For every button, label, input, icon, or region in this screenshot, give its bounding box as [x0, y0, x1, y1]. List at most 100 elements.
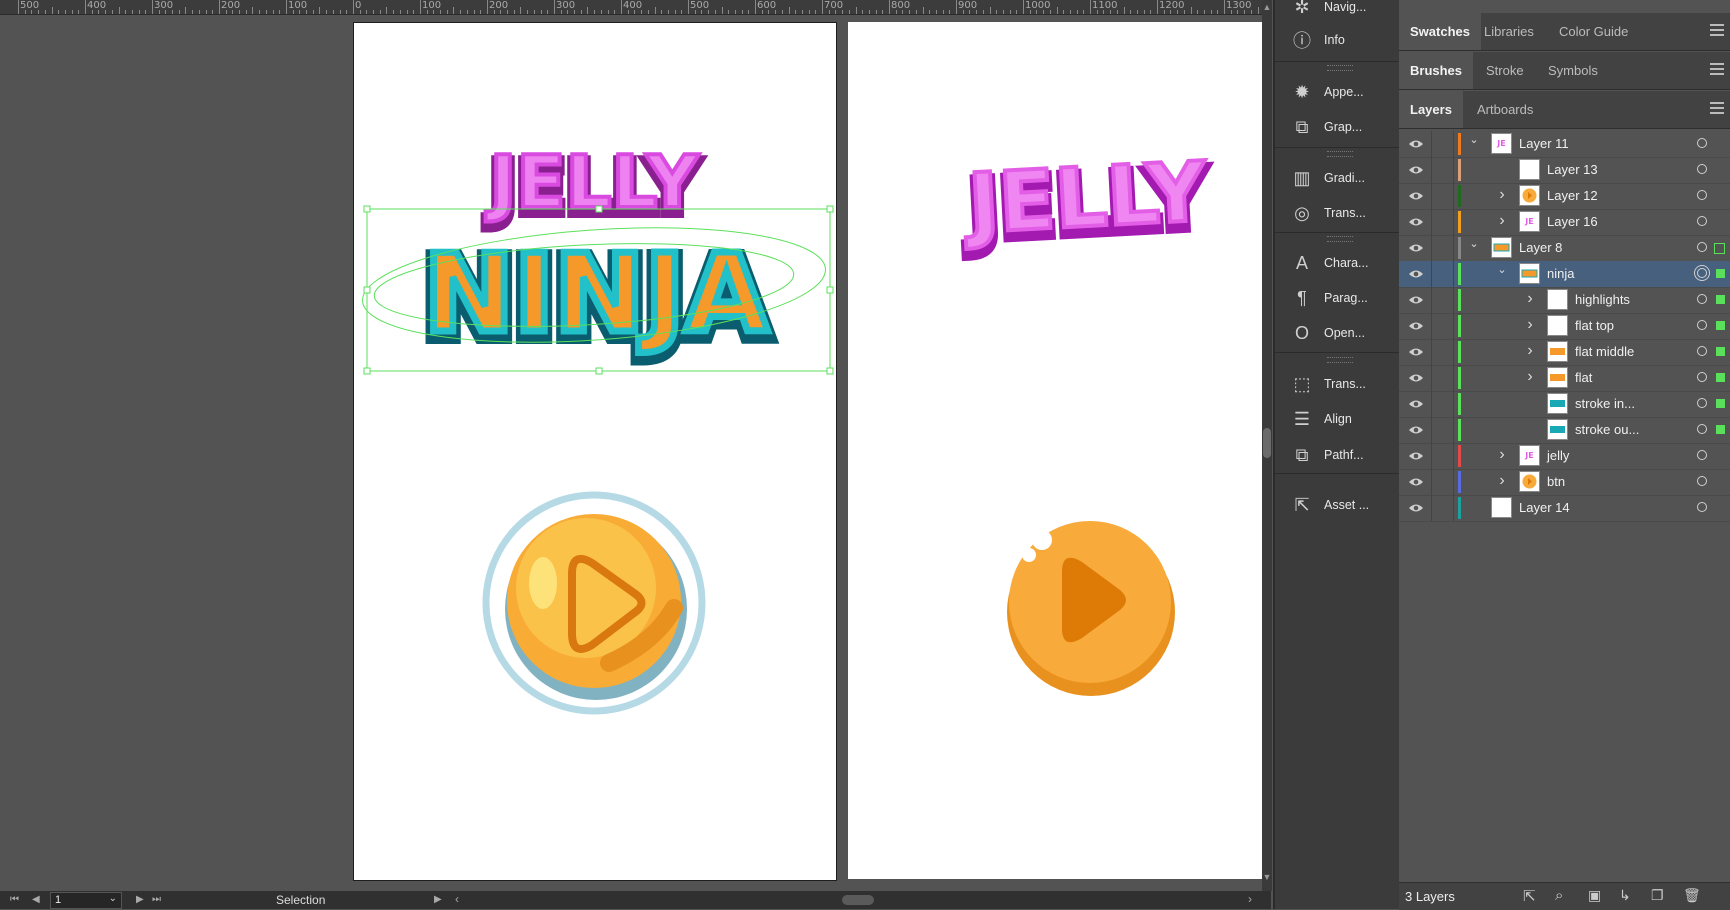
scroll-down-icon[interactable]: ▼ [1262, 872, 1272, 882]
layer-row[interactable]: › btn [1399, 469, 1730, 496]
chevron-right-icon[interactable]: › [1495, 447, 1509, 463]
eye-icon[interactable] [1408, 138, 1424, 150]
dock-item-asset-export[interactable]: ⇱ Asset ... [1275, 490, 1399, 520]
artboard-1[interactable]: JELLY JELLY NINJA NINJA [353, 22, 837, 881]
target-icon[interactable] [1697, 450, 1707, 460]
selection-indicator[interactable] [1716, 373, 1725, 382]
canvas[interactable]: JELLY JELLY NINJA NINJA JELLY JELLY [0, 15, 1271, 891]
panel-menu-icon[interactable] [1710, 102, 1724, 114]
layer-row[interactable]: › JE jelly [1399, 443, 1730, 470]
layer-row[interactable]: Layer 13 [1399, 157, 1730, 184]
dock-group-grip[interactable] [1327, 151, 1353, 157]
lock-toggle[interactable] [1433, 495, 1451, 521]
layer-row[interactable]: › highlights [1399, 287, 1730, 314]
locate-object-icon[interactable]: ⌕ [1555, 887, 1563, 904]
chevron-right-icon[interactable]: › [1495, 473, 1509, 489]
target-icon[interactable] [1697, 216, 1707, 226]
layer-name[interactable]: stroke ou... [1575, 422, 1639, 437]
eye-icon[interactable] [1408, 424, 1424, 436]
tab-layers[interactable]: Layers [1399, 91, 1463, 128]
layer-name[interactable]: highlights [1575, 292, 1630, 307]
tab-color-guide[interactable]: Color Guide [1548, 13, 1639, 50]
layer-name[interactable]: Layer 11 [1519, 136, 1569, 151]
dock-item-pathfinder[interactable]: ⧉ Pathf... [1275, 440, 1399, 470]
chevron-down-icon[interactable]: ⌄ [1495, 263, 1509, 277]
target-icon[interactable] [1697, 190, 1707, 200]
chevron-right-icon[interactable]: › [1495, 213, 1509, 229]
lock-toggle[interactable] [1433, 443, 1451, 469]
eye-icon[interactable] [1408, 320, 1424, 332]
layer-name[interactable]: Layer 8 [1519, 240, 1562, 255]
chevron-down-icon[interactable]: ⌄ [109, 893, 117, 904]
scroll-up-icon[interactable]: ▲ [1262, 2, 1272, 12]
eye-icon[interactable] [1408, 242, 1424, 254]
layer-row[interactable]: stroke in... [1399, 391, 1730, 418]
dock-item-transform[interactable]: ⬚ Trans... [1275, 369, 1399, 399]
dock-item-opentype[interactable]: O Open... [1275, 318, 1399, 348]
layer-row[interactable]: ⌄ JE Layer 11 [1399, 131, 1730, 158]
eye-icon[interactable] [1408, 190, 1424, 202]
tab-swatches[interactable]: Swatches [1399, 13, 1481, 50]
eye-icon[interactable] [1408, 502, 1424, 514]
make-clipping-mask-icon[interactable]: ▣ [1588, 887, 1601, 904]
dock-item-paragraph[interactable]: ¶ Parag... [1275, 283, 1399, 313]
lock-toggle[interactable] [1433, 183, 1451, 209]
lock-toggle[interactable] [1433, 417, 1451, 443]
target-icon[interactable] [1697, 320, 1707, 330]
tab-brushes[interactable]: Brushes [1399, 52, 1474, 89]
lock-toggle[interactable] [1433, 313, 1451, 339]
dock-item-transparency[interactable]: ◎ Trans... [1275, 198, 1399, 228]
delete-layer-icon[interactable]: 🗑 [1683, 887, 1701, 904]
layer-name[interactable]: stroke in... [1575, 396, 1635, 411]
tab-symbols[interactable]: Symbols [1537, 52, 1609, 89]
horizontal-scroll-thumb[interactable] [842, 895, 874, 905]
layer-row[interactable]: stroke ou... [1399, 417, 1730, 444]
layer-name[interactable]: ninja [1547, 266, 1574, 281]
chevron-right-icon[interactable]: › [1495, 187, 1509, 203]
eye-icon[interactable] [1408, 398, 1424, 410]
layer-name[interactable]: Layer 14 [1519, 500, 1570, 515]
eye-icon[interactable] [1408, 268, 1424, 280]
tab-stroke[interactable]: Stroke [1475, 52, 1535, 89]
eye-icon[interactable] [1408, 372, 1424, 384]
export-icon[interactable]: ⇱ [1523, 887, 1536, 905]
layer-row[interactable]: › JE Layer 16 [1399, 209, 1730, 236]
scroll-right-icon[interactable]: › [1248, 892, 1252, 906]
lock-toggle[interactable] [1433, 365, 1451, 391]
target-icon[interactable] [1697, 138, 1707, 148]
target-icon[interactable] [1697, 242, 1707, 252]
lock-toggle[interactable] [1433, 209, 1451, 235]
panel-menu-icon[interactable] [1710, 24, 1724, 36]
layer-name[interactable]: Layer 12 [1547, 188, 1598, 203]
dock-item-navigator[interactable]: ✲ Navig... [1275, 0, 1399, 22]
target-icon[interactable] [1697, 476, 1707, 486]
dock-item-gradient[interactable]: ▥ Gradi... [1275, 163, 1399, 193]
lock-toggle[interactable] [1433, 469, 1451, 495]
layer-row[interactable]: ⌄ Layer 8 [1399, 235, 1730, 262]
scroll-left-icon[interactable]: ‹ [455, 892, 459, 906]
lock-toggle[interactable] [1433, 131, 1451, 157]
lock-toggle[interactable] [1433, 235, 1451, 261]
chevron-right-icon[interactable]: › [1523, 343, 1537, 359]
lock-toggle[interactable] [1433, 287, 1451, 313]
selection-indicator[interactable] [1716, 347, 1725, 356]
target-icon[interactable] [1697, 346, 1707, 356]
chevron-right-icon[interactable]: › [1523, 317, 1537, 333]
artboard-number-field[interactable]: 1 ⌄ [50, 892, 122, 909]
create-sublayer-icon[interactable]: ↳ [1619, 887, 1631, 904]
vertical-scrollbar[interactable]: ▲ ▼ [1262, 0, 1272, 891]
prev-artboard-icon[interactable]: ◀ [32, 894, 40, 905]
layer-name[interactable]: btn [1547, 474, 1565, 489]
dock-group-grip[interactable] [1327, 65, 1353, 71]
eye-icon[interactable] [1408, 476, 1424, 488]
lock-toggle[interactable] [1433, 339, 1451, 365]
layer-name[interactable]: flat top [1575, 318, 1614, 333]
dock-item-align[interactable]: ☰ Align [1275, 404, 1399, 434]
dock-item-appearance[interactable]: ✹ Appe... [1275, 77, 1399, 107]
layer-name[interactable]: Layer 16 [1547, 214, 1598, 229]
target-icon[interactable] [1697, 398, 1707, 408]
target-icon[interactable] [1697, 268, 1707, 278]
chevron-down-icon[interactable]: ⌄ [1467, 133, 1481, 147]
chevron-right-icon[interactable]: › [1523, 291, 1537, 307]
eye-icon[interactable] [1408, 450, 1424, 462]
